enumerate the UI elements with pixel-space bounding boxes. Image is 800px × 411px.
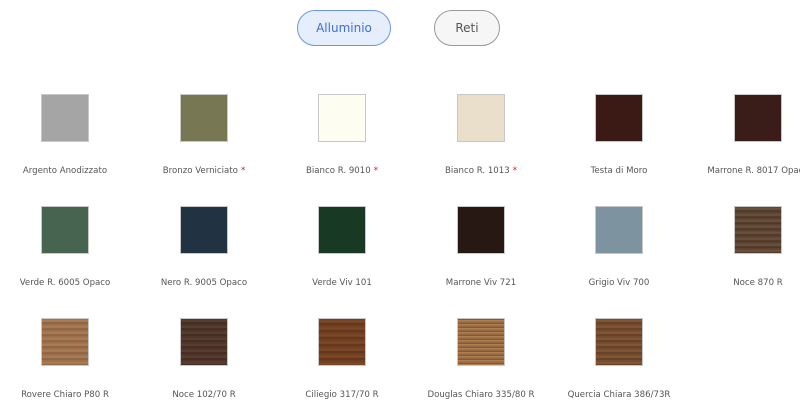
- color-name-label: Ciliegio 317/70 R: [267, 390, 417, 400]
- color-name: Testa di Moro: [590, 166, 648, 176]
- tab-alluminio-label: Alluminio: [316, 21, 372, 35]
- color-swatch[interactable]: [180, 94, 228, 142]
- required-asterisk: *: [240, 166, 246, 176]
- color-swatch[interactable]: [734, 94, 782, 142]
- color-swatch[interactable]: [457, 94, 505, 142]
- color-name-label: Nero R. 9005 Opaco: [129, 278, 279, 288]
- color-swatch[interactable]: [595, 94, 643, 142]
- color-name: Marrone R. 8017 Opaco: [707, 166, 800, 176]
- color-name-label: Rovere Chiaro P80 R: [0, 390, 140, 400]
- color-name-label: Quercia Chiara 386/73R: [544, 390, 694, 400]
- color-name: Quercia Chiara 386/73R: [567, 390, 671, 400]
- color-swatch[interactable]: [318, 94, 366, 142]
- color-swatch[interactable]: [734, 206, 782, 254]
- color-name: Argento Anodizzato: [22, 166, 108, 176]
- color-name-label: Marrone R. 8017 Opaco: [683, 166, 800, 176]
- color-swatch[interactable]: [180, 318, 228, 366]
- color-name: Verde R. 6005 Opaco: [19, 278, 111, 288]
- tab-reti-label: Reti: [455, 21, 479, 35]
- color-name-label: Verde R. 6005 Opaco: [0, 278, 140, 288]
- color-swatch[interactable]: [595, 206, 643, 254]
- color-name: Bianco R. 9010: [305, 166, 371, 176]
- tab-alluminio[interactable]: Alluminio: [297, 10, 391, 46]
- color-name: Noce 870 R: [733, 278, 783, 288]
- color-name-label: Bianco R. 1013 *: [406, 166, 556, 176]
- color-name: Noce 102/70 R: [172, 390, 236, 400]
- color-name: Bianco R. 1013: [444, 166, 510, 176]
- color-swatch[interactable]: [41, 94, 89, 142]
- color-name-label: Marrone Viv 721: [406, 278, 556, 288]
- color-name: Marrone Viv 721: [445, 278, 517, 288]
- color-swatch[interactable]: [180, 206, 228, 254]
- color-name-label: Grigio Viv 700: [544, 278, 694, 288]
- tab-reti[interactable]: Reti: [434, 10, 500, 46]
- color-swatch[interactable]: [595, 318, 643, 366]
- color-swatch[interactable]: [318, 206, 366, 254]
- color-name: Nero R. 9005 Opaco: [160, 278, 248, 288]
- color-name: Rovere Chiaro P80 R: [21, 390, 109, 400]
- color-swatch[interactable]: [318, 318, 366, 366]
- color-swatch[interactable]: [41, 318, 89, 366]
- required-asterisk: *: [512, 166, 517, 176]
- color-name-label: Argento Anodizzato: [0, 166, 140, 176]
- color-name-label: Bianco R. 9010 *: [267, 166, 417, 176]
- required-asterisk: *: [373, 166, 378, 176]
- color-swatch[interactable]: [457, 318, 505, 366]
- color-swatch[interactable]: [41, 206, 89, 254]
- color-name-label: Noce 870 R: [683, 278, 800, 288]
- color-name: Ciliegio 317/70 R: [305, 390, 379, 400]
- color-swatch[interactable]: [457, 206, 505, 254]
- color-name-label: Testa di Moro: [544, 166, 694, 176]
- color-name: Douglas Chiaro 335/80 R: [427, 390, 535, 400]
- color-name-label: Verde Viv 101: [267, 278, 417, 288]
- color-name-label: Noce 102/70 R: [129, 390, 279, 400]
- color-name: Grigio Viv 700: [588, 278, 650, 288]
- color-name: Bronzo Verniciato: [162, 166, 238, 176]
- color-name-label: Bronzo Verniciato *: [129, 166, 279, 176]
- color-name: Verde Viv 101: [312, 278, 372, 288]
- color-name-label: Douglas Chiaro 335/80 R: [406, 390, 556, 400]
